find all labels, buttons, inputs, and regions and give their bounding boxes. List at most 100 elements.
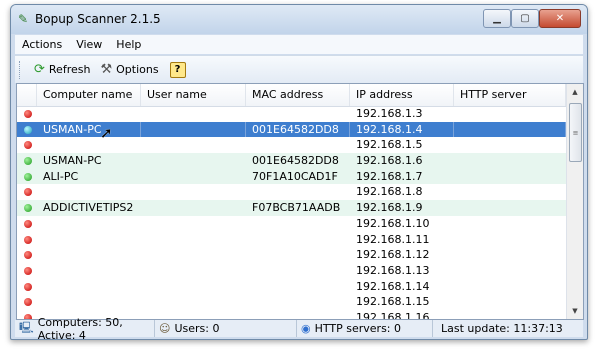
status-last-update: Last update: 11:37:13 — [433, 320, 567, 337]
table-row[interactable]: 192.168.1.3 — [17, 106, 566, 122]
cell-mac-address — [246, 137, 350, 153]
status-dot-icon — [24, 282, 32, 291]
cell-user-name — [141, 279, 246, 295]
status-dot-icon — [24, 141, 32, 150]
cell-user-name — [141, 247, 246, 263]
menu-bar: Actions View Help — [15, 35, 583, 54]
cell-http-server — [454, 216, 566, 232]
column-header-status[interactable] — [17, 84, 37, 106]
table-row[interactable]: 192.168.1.11 — [17, 232, 566, 248]
scroll-down-icon[interactable]: ▼ — [567, 303, 583, 319]
cell-http-server — [454, 294, 566, 310]
status-users: ☺ Users: 0 — [155, 320, 297, 337]
cell-http-server — [454, 247, 566, 263]
cell-user-name — [141, 106, 246, 122]
cell-mac-address — [246, 294, 350, 310]
status-computers-text: Computers: 50, Active: 4 — [37, 315, 123, 340]
menu-view[interactable]: View — [69, 38, 109, 51]
computer-list[interactable]: Computer name User name MAC address IP a… — [16, 83, 584, 320]
table-row[interactable]: 192.168.1.12 — [17, 247, 566, 263]
cell-http-server — [454, 106, 566, 122]
table-row[interactable]: 192.168.1.8 — [17, 184, 566, 200]
cell-user-name — [141, 216, 246, 232]
toolbar-grip[interactable] — [19, 60, 23, 79]
cell-computer-name: ADDICTIVETIPS2 — [43, 201, 134, 215]
cell-mac-address — [246, 216, 350, 232]
column-header-ip-address[interactable]: IP address — [350, 84, 454, 106]
cell-computer-name — [37, 184, 141, 200]
table-row[interactable]: 192.168.1.10 — [17, 216, 566, 232]
computer-icon: 🖳 — [19, 321, 34, 334]
status-dot-icon — [24, 188, 32, 197]
cell-mac-address — [246, 184, 350, 200]
scroll-thumb[interactable]: ≡ — [569, 103, 582, 162]
cell-computer-name — [37, 106, 141, 122]
cell-mac-address — [246, 247, 350, 263]
cell-ip-address: 192.168.1.11 — [356, 232, 430, 246]
cell-mac-address: F07BCB71AADB — [252, 201, 341, 215]
cell-http-server — [454, 263, 566, 279]
cell-mac-address — [246, 263, 350, 279]
menu-actions[interactable]: Actions — [15, 38, 69, 51]
table-row[interactable]: 192.168.1.13 — [17, 263, 566, 279]
cell-mac-address — [246, 279, 350, 295]
cell-user-name — [141, 184, 246, 200]
title-bar[interactable]: ✎ Bopup Scanner 2.1.5 ▁ ▢ ✕ — [11, 5, 587, 34]
refresh-icon: ⟳ — [34, 62, 45, 77]
close-button[interactable]: ✕ — [539, 9, 581, 28]
scroll-up-icon[interactable]: ▲ — [567, 84, 583, 100]
status-http-text: HTTP servers: 0 — [314, 322, 402, 335]
cell-http-server — [454, 169, 566, 185]
cell-user-name — [141, 121, 246, 138]
table-row[interactable]: ADDICTIVETIPS2 F07BCB71AADB 192.168.1.9 — [17, 200, 566, 216]
cell-ip-address: 192.168.1.6 — [356, 154, 423, 168]
status-dot-icon — [24, 125, 32, 134]
status-http: ◉ HTTP servers: 0 — [297, 320, 433, 337]
cell-user-name — [141, 169, 246, 185]
cell-mac-address: 001E64582DD8 — [246, 121, 350, 138]
status-dot-icon — [24, 235, 32, 244]
cell-user-name — [141, 310, 246, 319]
column-header-computer-name[interactable]: Computer name — [37, 84, 141, 106]
app-window: ✎ Bopup Scanner 2.1.5 ▁ ▢ ✕ Actions View… — [10, 4, 588, 340]
refresh-button[interactable]: ⟳ Refresh — [29, 59, 95, 81]
status-bar: 🖳 Computers: 50, Active: 4 ☺ Users: 0 ◉ … — [15, 316, 583, 339]
cell-http-server — [454, 121, 566, 138]
globe-icon: ◉ — [301, 322, 311, 335]
minimize-button[interactable]: ▁ — [483, 9, 511, 28]
cell-mac-address: 70F1A10CAD1F — [252, 169, 338, 183]
status-computers: 🖳 Computers: 50, Active: 4 — [15, 316, 155, 339]
vertical-scrollbar[interactable]: ▲ ≡ ▼ — [566, 84, 583, 319]
column-header-user-name[interactable]: User name — [141, 84, 246, 106]
column-header-http-server[interactable]: HTTP server — [454, 84, 566, 106]
cell-computer-name: USMAN-PC — [37, 121, 141, 138]
cell-http-server — [454, 137, 566, 153]
help-button[interactable]: ? — [169, 61, 186, 78]
cell-computer-name — [37, 247, 141, 263]
status-dot-icon — [24, 110, 32, 118]
cell-ip-address: 192.168.1.7 — [356, 169, 423, 183]
cell-computer-name — [37, 216, 141, 232]
cell-mac-address: 001E64582DD8 — [252, 154, 339, 168]
options-button[interactable]: ⚒ Options — [95, 59, 163, 81]
table-row[interactable]: 192.168.1.14 — [17, 279, 566, 295]
table-row[interactable]: ALI-PC 70F1A10CAD1F 192.168.1.7 — [17, 168, 566, 185]
cell-user-name — [141, 137, 246, 153]
cell-http-server — [454, 200, 566, 216]
status-dot-icon — [24, 266, 32, 275]
maximize-icon: ▢ — [520, 13, 530, 24]
cell-ip-address: 192.168.1.10 — [356, 216, 430, 230]
table-row[interactable]: USMAN-PC 001E64582DD8 192.168.1.6 — [17, 153, 566, 169]
cell-mac-address — [246, 106, 350, 122]
status-dot-icon — [24, 251, 32, 260]
column-header-mac-address[interactable]: MAC address — [246, 84, 350, 106]
maximize-button[interactable]: ▢ — [511, 9, 539, 28]
menu-help[interactable]: Help — [109, 38, 148, 51]
cell-ip-address: 192.168.1.9 — [356, 201, 423, 215]
cell-computer-name — [37, 279, 141, 295]
cell-user-name — [141, 263, 246, 279]
cell-user-name — [141, 232, 246, 248]
status-users-text: Users: 0 — [174, 322, 220, 335]
window-title: Bopup Scanner 2.1.5 — [35, 12, 161, 26]
table-row[interactable]: 192.168.1.15 — [17, 294, 566, 310]
